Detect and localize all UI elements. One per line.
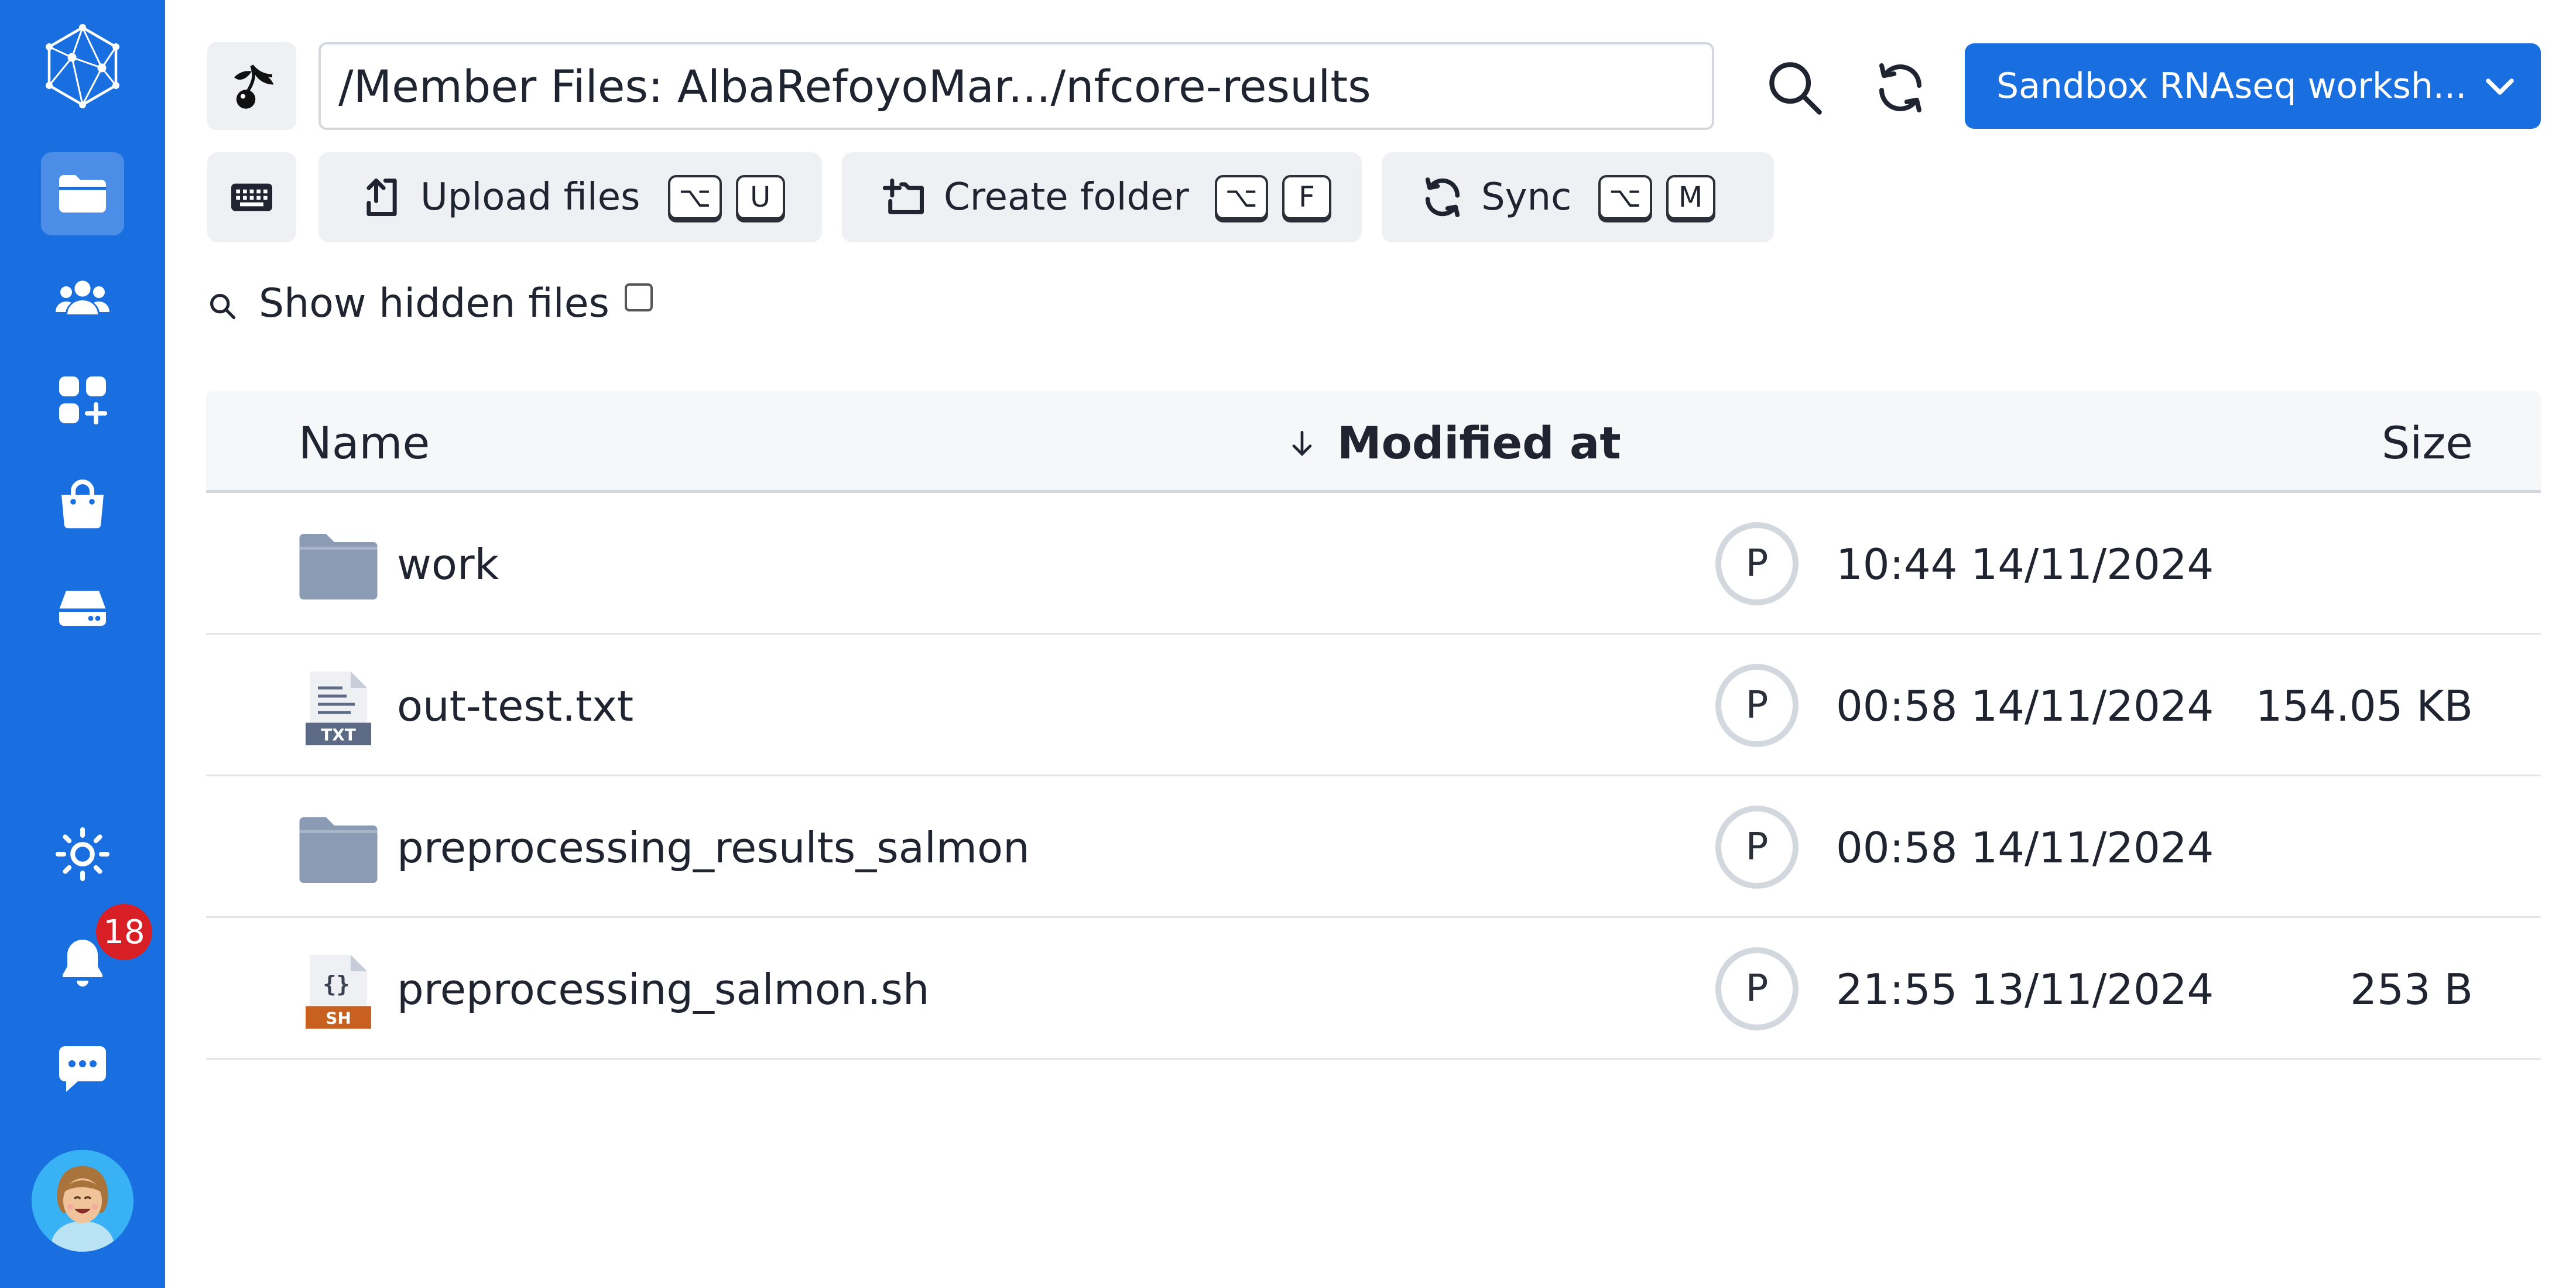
sidebar-item-members[interactable] — [41, 256, 124, 340]
search-icon — [1769, 62, 1822, 115]
folder-icon — [299, 817, 378, 883]
create-folder-button[interactable]: Create folder ⌥ F — [842, 152, 1362, 242]
chevron-down-icon — [2486, 78, 2514, 95]
file-size: 253 B — [2350, 965, 2473, 1014]
project-selector[interactable]: Sandbox RNAseq worksh... — [1965, 43, 2541, 129]
users-icon — [56, 280, 109, 314]
keyboard-shortcuts-button[interactable] — [207, 152, 296, 242]
svg-text:TXT: TXT — [321, 725, 356, 744]
create-folder-label: Create folder — [944, 176, 1189, 219]
file-name[interactable]: preprocessing_results_salmon — [397, 823, 1030, 872]
upload-files-button[interactable]: Upload files ⌥ U — [318, 152, 822, 242]
upload-shortcut-modifier: ⌥ — [668, 175, 722, 220]
sync-shortcut-modifier: ⌥ — [1598, 175, 1652, 220]
folder-icon — [299, 534, 378, 600]
sync-label: Sync — [1481, 176, 1572, 219]
refresh-button[interactable] — [1859, 47, 1941, 129]
apps-add-icon — [59, 376, 107, 424]
show-hidden-files-checkbox[interactable] — [624, 283, 653, 311]
file-modified: 00:58 14/11/2024 — [1836, 823, 2214, 872]
column-header-modified-label: Modified at — [1337, 417, 1621, 469]
sidebar: 18 — [0, 0, 165, 1288]
folder-icon — [59, 175, 106, 213]
sync-shortcut-key: M — [1666, 175, 1715, 220]
shopping-bag-icon — [61, 479, 104, 529]
owner-avatar: P — [1715, 806, 1799, 889]
search-button[interactable] — [1754, 47, 1836, 129]
table-row[interactable]: work P 10:44 14/11/2024 — [206, 493, 2541, 635]
chat-button[interactable] — [41, 1028, 124, 1111]
table-row[interactable]: TXT out-test.txt P 00:58 14/11/2024 154.… — [206, 635, 2541, 776]
drive-home-button[interactable] — [207, 42, 296, 130]
logo-icon[interactable] — [39, 22, 126, 110]
sidebar-item-shop[interactable] — [41, 463, 124, 546]
file-modified: 00:58 14/11/2024 — [1836, 681, 2214, 731]
sun-icon — [56, 827, 109, 881]
sidebar-item-files[interactable] — [41, 152, 124, 235]
sidebar-item-apps[interactable] — [41, 358, 124, 441]
svg-text:SH: SH — [326, 1008, 351, 1027]
upload-icon — [366, 179, 397, 216]
project-selector-label: Sandbox RNAseq worksh... — [1996, 66, 2467, 107]
sh-file-icon: {} SH — [306, 955, 371, 1029]
file-name[interactable]: preprocessing_salmon.sh — [397, 965, 930, 1014]
file-name[interactable]: out-test.txt — [397, 681, 633, 731]
file-size: 154.05 KB — [2255, 681, 2473, 731]
txt-file-icon: TXT — [306, 672, 371, 745]
file-modified: 10:44 14/11/2024 — [1836, 540, 2214, 589]
table-header: Name Modified at Size — [206, 391, 2541, 493]
owner-avatar: P — [1715, 522, 1799, 605]
avatar[interactable] — [32, 1150, 133, 1252]
table-row[interactable]: preprocessing_results_salmon P 00:58 14/… — [206, 776, 2541, 918]
file-modified: 21:55 13/11/2024 — [1836, 965, 2214, 1014]
column-header-name[interactable]: Name — [299, 417, 430, 469]
column-header-modified[interactable]: Modified at — [1292, 417, 1621, 469]
keyboard-icon — [231, 183, 272, 211]
file-name[interactable]: work — [397, 540, 499, 589]
folder-add-icon — [883, 179, 924, 214]
chat-icon — [59, 1046, 106, 1092]
user-avatar-icon — [32, 1150, 133, 1252]
folder-shortcut-key: F — [1282, 175, 1332, 220]
drive-icon — [59, 591, 106, 626]
sort-arrow-down-icon — [1292, 430, 1312, 456]
table-row[interactable]: {} SH preprocessing_salmon.sh P 21:55 13/… — [206, 918, 2541, 1060]
upload-shortcut-key: U — [735, 175, 785, 220]
sidebar-item-drives[interactable] — [41, 566, 124, 649]
search-small-icon — [210, 293, 236, 320]
owner-avatar: P — [1715, 664, 1799, 747]
svg-text:{}: {} — [323, 971, 350, 998]
column-header-size[interactable]: Size — [2382, 417, 2473, 469]
upload-files-label: Upload files — [420, 176, 640, 219]
sync-button[interactable]: Sync ⌥ M — [1382, 152, 1774, 242]
path-input[interactable]: /Member Files: AlbaRefoyoMar.../nfcore-r… — [318, 42, 1714, 130]
sync-icon — [1425, 177, 1460, 217]
show-hidden-files-row: Show hidden files — [207, 275, 653, 331]
cherry-logo-icon — [234, 64, 274, 109]
refresh-icon — [1879, 63, 1921, 112]
owner-avatar: P — [1715, 947, 1799, 1030]
theme-toggle[interactable] — [41, 813, 124, 896]
folder-shortcut-modifier: ⌥ — [1214, 175, 1269, 220]
show-hidden-files-label: Show hidden files — [259, 280, 609, 327]
notification-badge: 18 — [94, 902, 155, 962]
